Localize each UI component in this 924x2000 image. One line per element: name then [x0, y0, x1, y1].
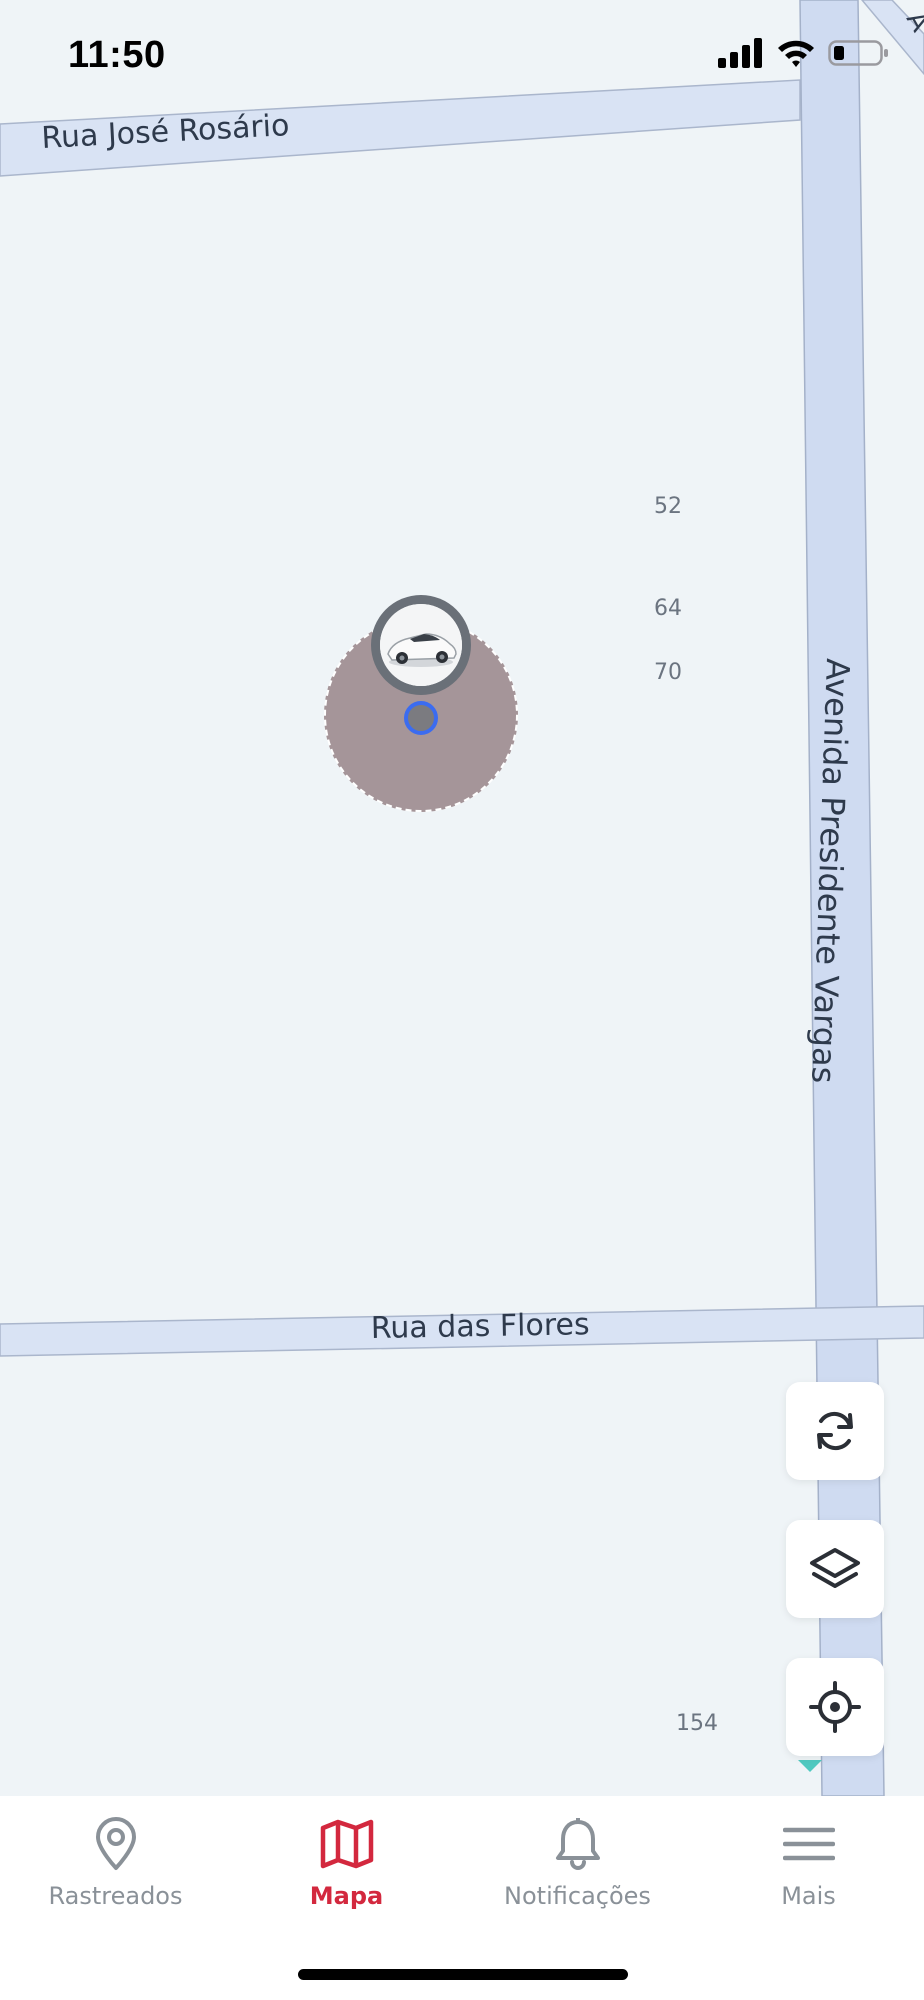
map-pin-icon — [95, 1817, 136, 1870]
tab-notificacoes[interactable]: Notificações — [462, 1816, 693, 1926]
tab-rastreados[interactable]: Rastreados — [0, 1816, 231, 1926]
street-map: Rua José Rosário Avenida Presidente Varg… — [0, 0, 924, 1796]
wifi-icon — [778, 40, 814, 67]
address-number: 154 — [676, 1711, 718, 1736]
crosshair-icon — [809, 1681, 861, 1733]
layers-button[interactable] — [786, 1520, 884, 1618]
tab-label: Notificações — [504, 1882, 651, 1910]
map-icon — [320, 1819, 373, 1869]
tab-label: Mais — [781, 1882, 836, 1910]
status-time: 11:50 — [68, 34, 166, 76]
address-number: 52 — [654, 494, 682, 519]
tab-label: Rastreados — [48, 1882, 183, 1910]
bell-icon — [555, 1818, 600, 1870]
layers-icon — [810, 1548, 860, 1588]
status-icons — [718, 38, 890, 68]
street-label-rua-das-flores: Rua das Flores — [371, 1307, 590, 1346]
address-number: 64 — [654, 596, 682, 621]
locate-button[interactable] — [786, 1658, 884, 1756]
tab-mais[interactable]: Mais — [693, 1816, 924, 1926]
vehicle-avatar[interactable] — [371, 595, 471, 695]
battery-icon — [828, 40, 888, 66]
home-indicator — [298, 1969, 628, 1980]
status-bar: 11:50 — [0, 0, 924, 110]
address-number: 70 — [654, 660, 682, 685]
refresh-button[interactable] — [786, 1382, 884, 1480]
map-view[interactable]: Rua José Rosário Avenida Presidente Varg… — [0, 0, 924, 1796]
menu-icon — [782, 1827, 835, 1861]
vehicle-location-dot[interactable] — [404, 701, 438, 735]
tab-label: Mapa — [309, 1882, 384, 1910]
tab-mapa[interactable]: Mapa — [231, 1816, 462, 1926]
cellular-signal-icon — [718, 38, 762, 68]
car-image — [380, 604, 462, 686]
refresh-icon — [817, 1411, 853, 1451]
poi-marker — [798, 1760, 822, 1772]
